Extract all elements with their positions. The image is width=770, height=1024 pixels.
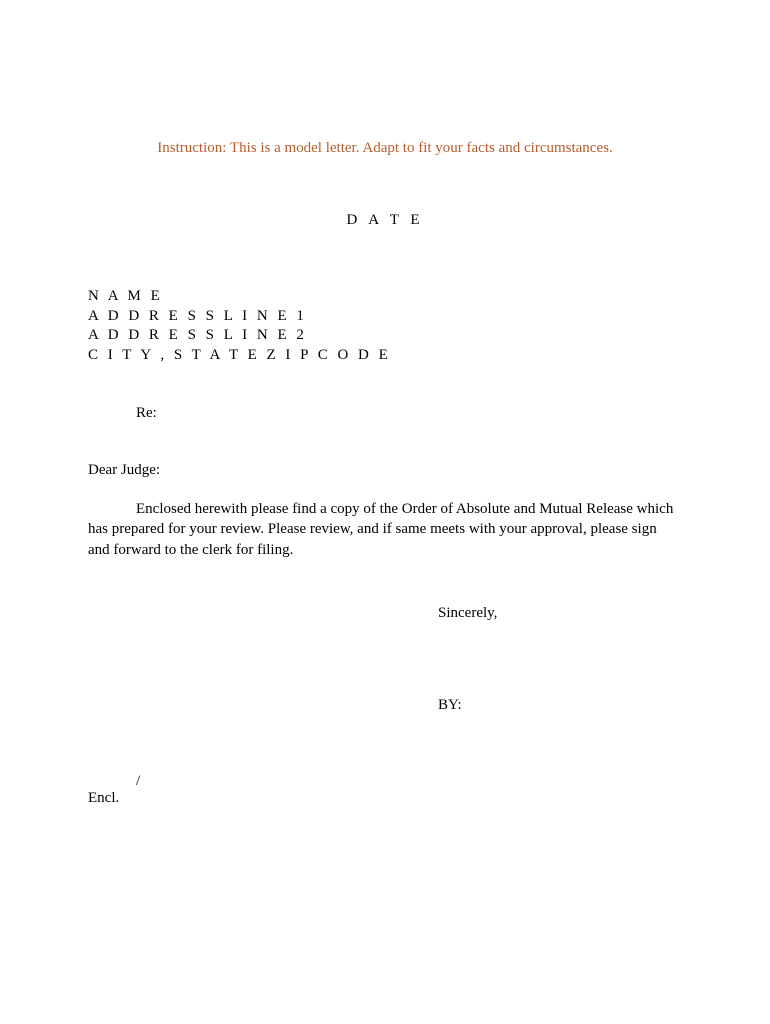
- closing: Sincerely,: [88, 605, 682, 622]
- date-placeholder: D A T E: [88, 212, 682, 229]
- address-line-1: A D D R E S S L I N E 1: [88, 307, 682, 327]
- salutation: Dear Judge:: [88, 462, 682, 479]
- instruction-text: Instruction: This is a model letter. Ada…: [88, 140, 682, 157]
- city-state-zip: C I T Y , S T A T E Z I P C O D E: [88, 346, 682, 366]
- address-line-2: A D D R E S S L I N E 2: [88, 326, 682, 346]
- address-block: N A M E A D D R E S S L I N E 1 A D D R …: [88, 287, 682, 365]
- letter-page: Instruction: This is a model letter. Ada…: [0, 0, 770, 807]
- body-content: Enclosed herewith please find a copy of …: [88, 501, 673, 558]
- recipient-name: N A M E: [88, 287, 682, 307]
- by-line: BY:: [88, 697, 682, 714]
- slash-mark: /: [88, 772, 682, 790]
- enclosure-label: Encl.: [88, 790, 682, 807]
- re-line: Re:: [88, 405, 682, 422]
- letter-body: Enclosed herewith please find a copy of …: [88, 499, 682, 560]
